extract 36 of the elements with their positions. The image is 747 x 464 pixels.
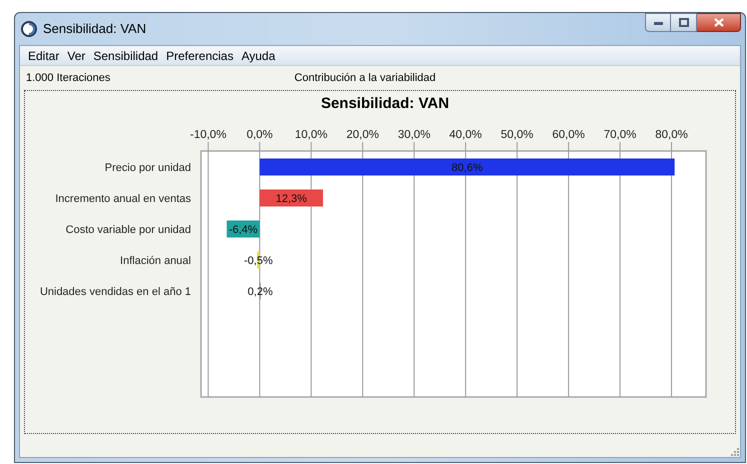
tick-label: 10,0% <box>294 129 328 141</box>
tick-label: -10,0% <box>190 129 226 141</box>
menu-item[interactable]: Preferencias <box>162 46 238 64</box>
tick-label: 0,0% <box>246 129 273 141</box>
menu-item[interactable]: Ayuda <box>237 46 280 64</box>
data-label: 80,6% <box>452 162 483 174</box>
subtitle-label: Contribución a la variabilidad <box>294 70 436 86</box>
menu-item[interactable]: Editar <box>24 46 64 64</box>
maximize-button[interactable] <box>671 13 697 32</box>
tick-label: 70,0% <box>604 129 636 141</box>
category-label: Incremento anual en ventas <box>55 193 191 205</box>
tick-label: 50,0% <box>500 129 534 141</box>
data-label: -6,4% <box>228 224 258 236</box>
category-label: Costo variable por unidad <box>66 224 191 236</box>
menu-item[interactable]: Ver <box>63 46 90 64</box>
maximize-icon <box>678 18 688 27</box>
chart-title: Sensibilidad: VAN <box>320 94 450 114</box>
resize-grip-icon <box>731 448 739 456</box>
app-icon <box>21 21 37 37</box>
data-label: 0,2% <box>248 286 273 298</box>
category-label: Inflación anual <box>120 255 191 267</box>
category-label: Precio por unidad <box>104 162 191 174</box>
window-title: Sensibilidad: VAN <box>43 20 146 38</box>
tick-label: 40,0% <box>449 129 482 141</box>
tick-label: 80,0% <box>655 129 688 141</box>
data-label: 12,3% <box>276 193 307 205</box>
tick-label: 30,0% <box>398 129 430 141</box>
tick-label: 60,0% <box>552 129 585 141</box>
tick-label: 20,0% <box>346 129 379 141</box>
close-button[interactable] <box>697 13 741 32</box>
minimize-icon <box>654 20 662 24</box>
close-icon <box>714 18 724 27</box>
menu-item[interactable]: Sensibilidad <box>89 46 162 64</box>
iterations-label: 1.000 Iteraciones <box>26 70 110 86</box>
category-label: Unidades vendidas en el año 1 <box>40 286 191 298</box>
minimize-button[interactable] <box>645 13 671 32</box>
